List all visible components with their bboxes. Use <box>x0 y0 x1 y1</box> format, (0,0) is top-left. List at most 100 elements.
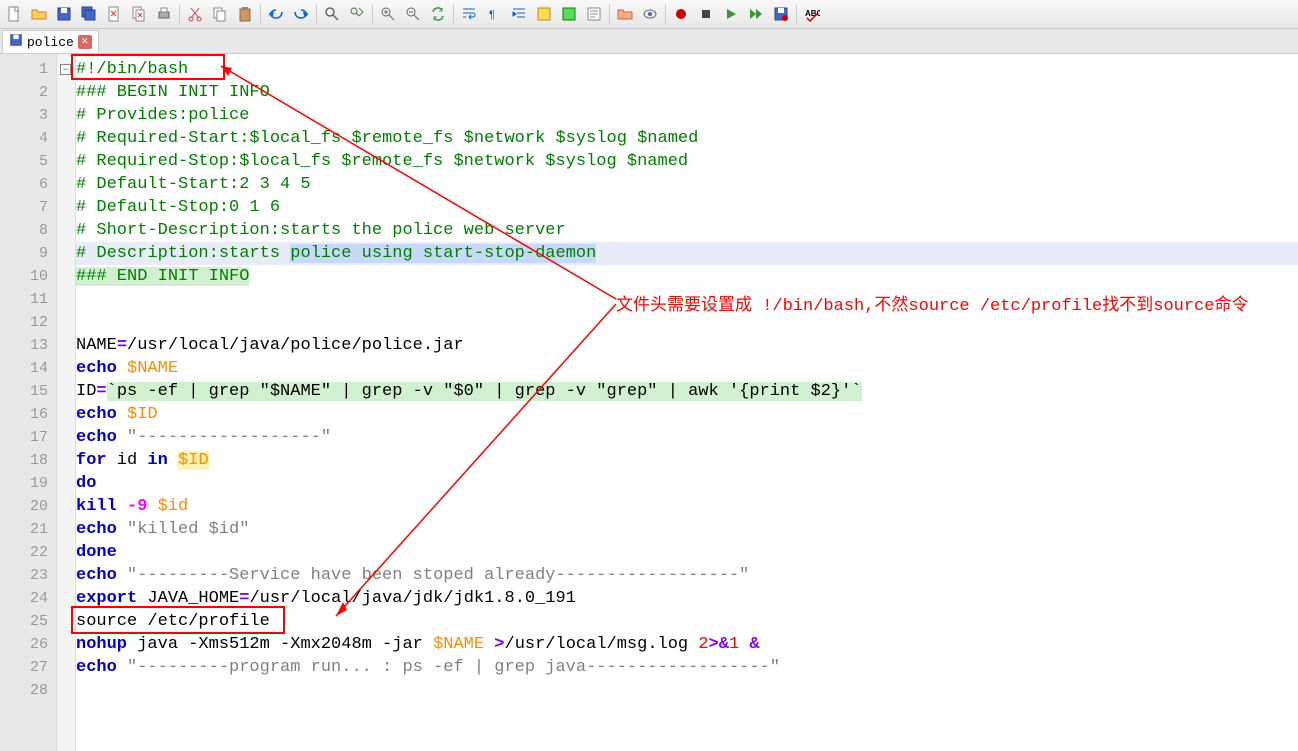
line-number: 1 <box>0 58 56 81</box>
line-number: 9 <box>0 242 56 265</box>
toolbar-separator <box>453 4 454 24</box>
code-line[interactable]: #!/bin/bash <box>76 58 1298 81</box>
fold-toggle[interactable]: − <box>60 64 71 75</box>
code-line[interactable]: echo $ID <box>76 403 1298 426</box>
code-line[interactable]: # Required-Start:$local_fs $remote_fs $n… <box>76 127 1298 150</box>
play-button[interactable] <box>719 2 743 26</box>
fold-cell <box>57 173 75 196</box>
toolbar-separator <box>179 4 180 24</box>
doc-map-button[interactable] <box>582 2 606 26</box>
code-line[interactable]: echo $NAME <box>76 357 1298 380</box>
code-line[interactable]: # Provides:police <box>76 104 1298 127</box>
line-number: 10 <box>0 265 56 288</box>
fold-cell <box>57 403 75 426</box>
playfast-button[interactable] <box>744 2 768 26</box>
fold-cell <box>57 311 75 334</box>
line-number: 20 <box>0 495 56 518</box>
replace-button[interactable] <box>345 2 369 26</box>
undo-button[interactable] <box>264 2 288 26</box>
code-line[interactable]: echo "killed $id" <box>76 518 1298 541</box>
fold-cell <box>57 564 75 587</box>
line-number: 28 <box>0 679 56 702</box>
code-line[interactable]: # Required-Stop:$local_fs $remote_fs $ne… <box>76 150 1298 173</box>
code-line[interactable]: do <box>76 472 1298 495</box>
code-line[interactable]: # Description:starts police using start-… <box>76 242 1298 265</box>
print-button[interactable] <box>152 2 176 26</box>
record-button[interactable] <box>669 2 693 26</box>
line-number: 13 <box>0 334 56 357</box>
fold-cell <box>57 587 75 610</box>
toolbar-separator <box>796 4 797 24</box>
code-line[interactable]: done <box>76 541 1298 564</box>
save-button[interactable] <box>52 2 76 26</box>
editor-area: 1234567891011121314151617181920212223242… <box>0 54 1298 751</box>
code-line[interactable]: echo "---------Service have been stoped … <box>76 564 1298 587</box>
code-line[interactable]: ### END INIT INFO <box>76 265 1298 288</box>
line-number: 23 <box>0 564 56 587</box>
fold-cell <box>57 610 75 633</box>
code-line[interactable]: echo "---------program run... : ps -ef |… <box>76 656 1298 679</box>
code-line[interactable]: for id in $ID <box>76 449 1298 472</box>
monitor-button[interactable] <box>638 2 662 26</box>
sync-button[interactable] <box>426 2 450 26</box>
fold-cell <box>57 334 75 357</box>
code-line[interactable]: kill -9 $id <box>76 495 1298 518</box>
svg-text:ABC: ABC <box>805 9 820 18</box>
code-line[interactable]: # Default-Start:2 3 4 5 <box>76 173 1298 196</box>
code-line[interactable]: ID=`ps -ef | grep "$NAME" | grep -v "$0"… <box>76 380 1298 403</box>
code-line[interactable]: export JAVA_HOME=/usr/local/java/jdk/jdk… <box>76 587 1298 610</box>
code-line[interactable]: # Short-Description:starts the police we… <box>76 219 1298 242</box>
close-button[interactable] <box>102 2 126 26</box>
main-toolbar: ¶ ABC <box>0 0 1298 29</box>
code-line[interactable] <box>76 679 1298 702</box>
zoomout-button[interactable] <box>401 2 425 26</box>
line-number: 4 <box>0 127 56 150</box>
macro-save-button[interactable] <box>769 2 793 26</box>
zoomin-button[interactable] <box>376 2 400 26</box>
code-line[interactable]: nohup java -Xms512m -Xmx2048m -jar $NAME… <box>76 633 1298 656</box>
indent-button[interactable] <box>507 2 531 26</box>
fold-cell <box>57 449 75 472</box>
code-line[interactable]: source /etc/profile <box>76 610 1298 633</box>
code-line[interactable]: echo "------------------" <box>76 426 1298 449</box>
line-number: 3 <box>0 104 56 127</box>
line-number: 6 <box>0 173 56 196</box>
paste-button[interactable] <box>233 2 257 26</box>
spellcheck-button[interactable]: ABC <box>800 2 824 26</box>
tab-label: police <box>27 35 74 50</box>
closeall-button[interactable] <box>127 2 151 26</box>
saveall-button[interactable] <box>77 2 101 26</box>
code-line[interactable]: # Default-Stop:0 1 6 <box>76 196 1298 219</box>
code-line[interactable]: ### BEGIN INIT INFO <box>76 81 1298 104</box>
svg-text:¶: ¶ <box>489 9 495 21</box>
wrap-button[interactable] <box>457 2 481 26</box>
line-number: 2 <box>0 81 56 104</box>
open-file-button[interactable] <box>27 2 51 26</box>
fold-cell <box>57 380 75 403</box>
code-content[interactable]: 文件头需要设置成 !/bin/bash,不然source /etc/profil… <box>76 54 1298 751</box>
redo-button[interactable] <box>289 2 313 26</box>
stop-button[interactable] <box>694 2 718 26</box>
fold-gutter: − <box>57 54 76 751</box>
line-number: 18 <box>0 449 56 472</box>
tab-close-icon[interactable]: ✕ <box>78 35 92 49</box>
line-number: 19 <box>0 472 56 495</box>
toolbar-separator <box>316 4 317 24</box>
code-line[interactable]: NAME=/usr/local/java/police/police.jar <box>76 334 1298 357</box>
find-button[interactable] <box>320 2 344 26</box>
fold-cell: − <box>57 58 75 81</box>
code-line[interactable] <box>76 288 1298 311</box>
func2-button[interactable] <box>557 2 581 26</box>
fold-cell <box>57 150 75 173</box>
new-file-button[interactable] <box>2 2 26 26</box>
code-line[interactable] <box>76 311 1298 334</box>
folder-button[interactable] <box>613 2 637 26</box>
cut-button[interactable] <box>183 2 207 26</box>
copy-button[interactable] <box>208 2 232 26</box>
line-number: 5 <box>0 150 56 173</box>
fold-cell <box>57 127 75 150</box>
fold-cell <box>57 426 75 449</box>
func1-button[interactable] <box>532 2 556 26</box>
tab-police[interactable]: police ✕ <box>2 30 99 53</box>
showall-button[interactable]: ¶ <box>482 2 506 26</box>
